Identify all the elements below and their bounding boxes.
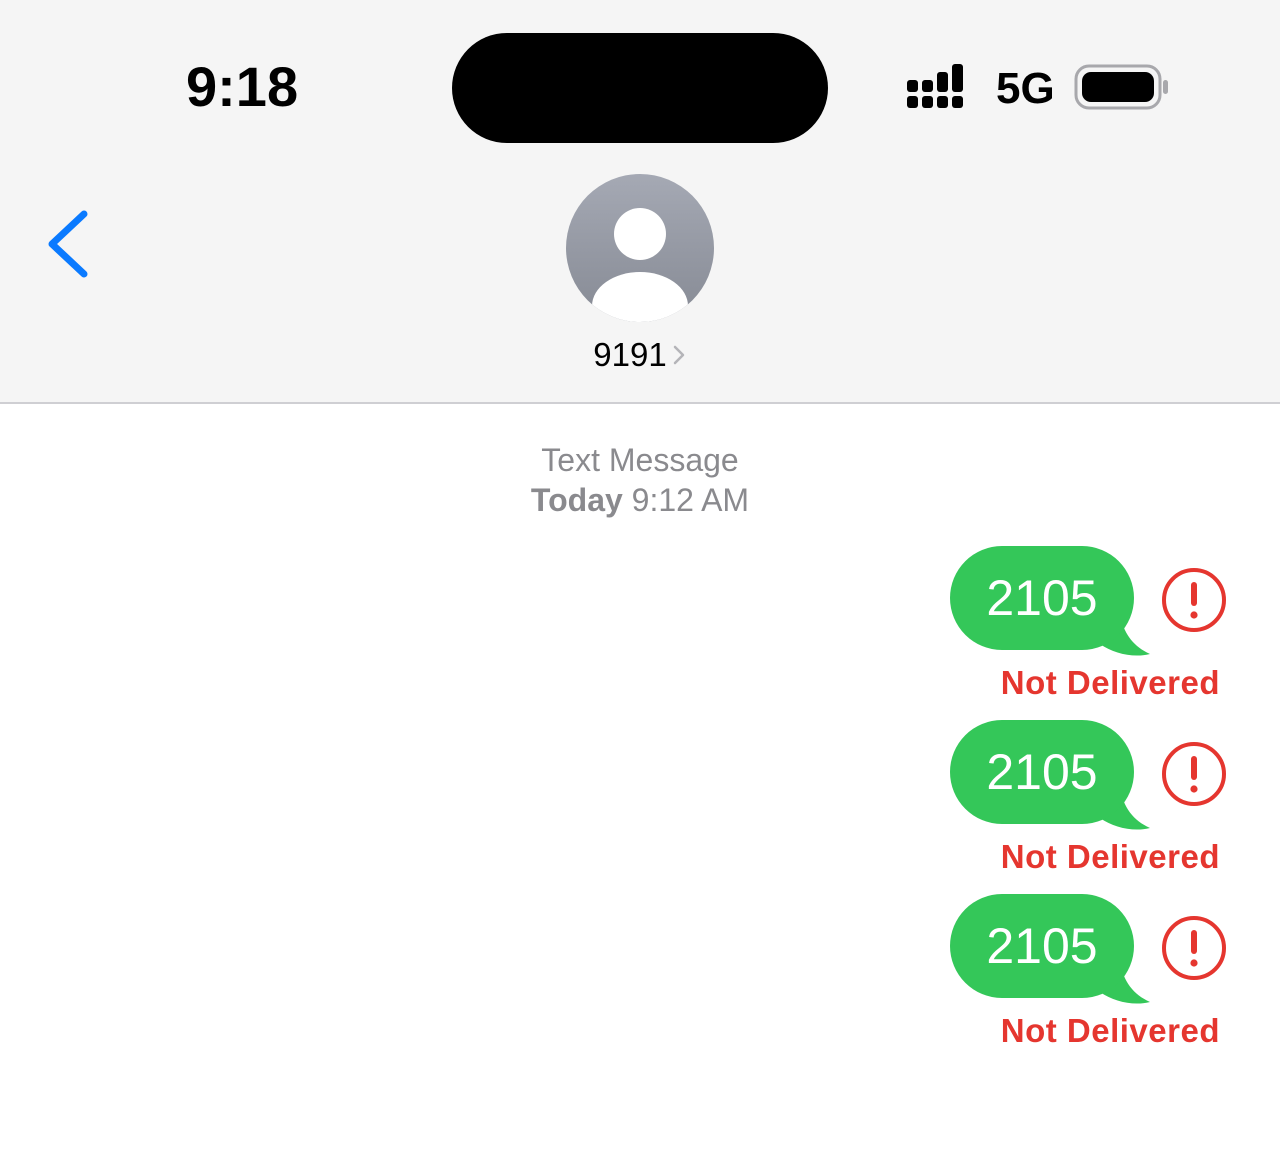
conversation-header: 9:18 5G 9191 [0,0,1280,404]
battery-icon [1074,64,1168,110]
status-time: 9:18 [186,55,299,118]
network-type-label: 5G [996,64,1055,113]
thread-meta: Text Message Today 9:12 AM [0,440,1280,520]
chevron-right-icon [673,345,684,365]
delivery-status: Not Delivered [1000,1012,1220,1049]
back-button[interactable] [40,206,100,282]
service-label: Text Message [541,442,739,478]
dynamic-island [452,33,828,143]
timestamp-day: Today [530,482,623,518]
delivery-status: Not Delivered [1000,664,1220,701]
exclamation-circle-icon[interactable] [1160,566,1228,634]
contact-avatar[interactable] [566,174,714,322]
message-row: 2105 Not Delivered [0,894,1280,1054]
message-bubble[interactable]: 2105 [950,894,1134,998]
timestamp-time: 9:12 AM [631,482,750,518]
chevron-left-icon [48,210,88,278]
message-row: 2105 Not Delivered [0,546,1280,706]
contact-name-button[interactable]: 9191 [540,336,740,374]
message-bubble[interactable]: 2105 [950,720,1134,824]
delivery-status: Not Delivered [1000,838,1220,875]
message-row: 2105 Not Delivered [0,720,1280,880]
signal-icon [907,64,963,108]
exclamation-circle-icon[interactable] [1160,914,1228,982]
timestamp: Today 9:12 AM [0,480,1280,520]
contact-name: 9191 [593,336,667,373]
exclamation-circle-icon[interactable] [1160,740,1228,808]
message-bubble[interactable]: 2105 [950,546,1134,650]
